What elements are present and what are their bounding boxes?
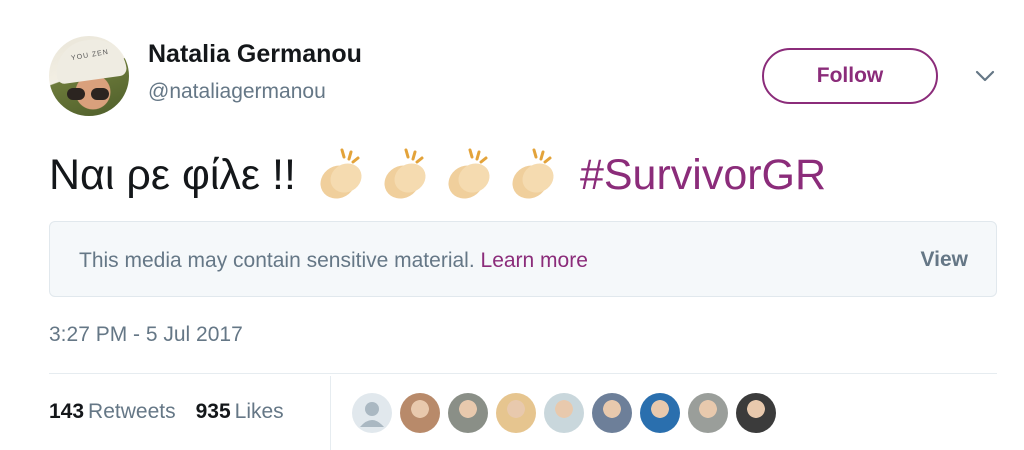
user-handle[interactable]: @nataliagermanou bbox=[148, 80, 326, 104]
tweet-text: Ναι ρε φίλε !! #SurvivorGR bbox=[49, 140, 826, 210]
liker-avatar[interactable] bbox=[592, 393, 632, 433]
emoji-group bbox=[312, 146, 568, 204]
clapping-hands-icon bbox=[320, 148, 362, 199]
sensitive-media-text: This media may contain sensitive materia… bbox=[79, 249, 475, 272]
clapping-hands-icon bbox=[384, 148, 426, 199]
user-avatar[interactable]: YOU ZEN bbox=[49, 36, 129, 116]
chevron-down-icon[interactable] bbox=[972, 66, 998, 86]
liker-avatar[interactable] bbox=[544, 393, 584, 433]
liker-avatar[interactable] bbox=[736, 393, 776, 433]
tweet-timestamp[interactable]: 3:27 PM - 5 Jul 2017 bbox=[49, 323, 243, 347]
likes-label: Likes bbox=[234, 400, 284, 423]
liker-avatar[interactable] bbox=[448, 393, 488, 433]
sensitive-media-notice: This media may contain sensitive materia… bbox=[49, 221, 997, 297]
stats-divider bbox=[330, 376, 331, 450]
liker-avatar[interactable] bbox=[496, 393, 536, 433]
likes-count: 935 bbox=[195, 400, 231, 423]
liker-avatar[interactable] bbox=[688, 393, 728, 433]
follow-button[interactable]: Follow bbox=[762, 48, 938, 104]
retweets-stat[interactable]: 143 Retweets bbox=[49, 400, 176, 424]
retweets-count: 143 bbox=[49, 400, 85, 423]
retweets-label: Retweets bbox=[88, 400, 176, 423]
beanie-hat bbox=[52, 36, 128, 85]
clapping-hands-icon bbox=[448, 148, 490, 199]
default-avatar-icon[interactable] bbox=[352, 393, 392, 433]
divider bbox=[49, 373, 997, 374]
sunglasses bbox=[67, 88, 111, 100]
learn-more-link[interactable]: Learn more bbox=[481, 249, 588, 272]
liker-avatars bbox=[352, 393, 784, 433]
liker-avatar[interactable] bbox=[640, 393, 680, 433]
likes-stat[interactable]: 935 Likes bbox=[196, 400, 284, 424]
hashtag-link[interactable]: #SurvivorGR bbox=[580, 151, 826, 200]
tweet-body-text: Ναι ρε φίλε !! bbox=[49, 150, 296, 199]
liker-avatar[interactable] bbox=[400, 393, 440, 433]
view-media-button[interactable]: View bbox=[921, 248, 968, 272]
tweet-stats: 143 Retweets 935 Likes bbox=[49, 400, 304, 424]
sensitive-media-message: This media may contain sensitive materia… bbox=[79, 249, 588, 273]
clapping-hands-icon bbox=[512, 148, 554, 199]
user-display-name[interactable]: Natalia Germanou bbox=[148, 40, 362, 69]
